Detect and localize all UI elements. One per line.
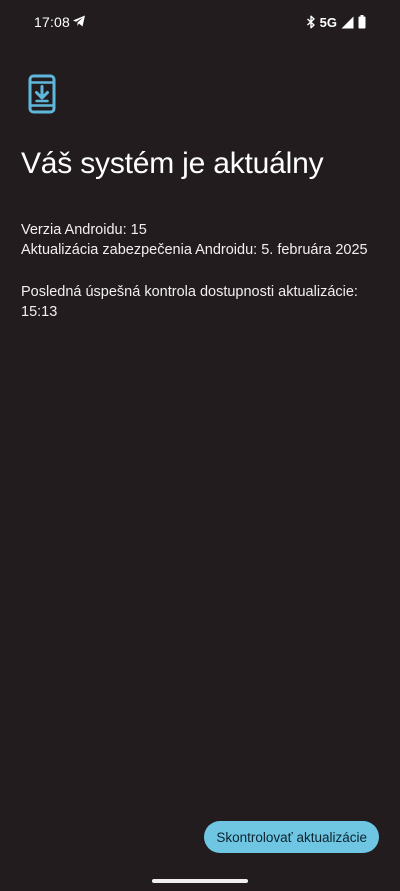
telegram-icon [72, 14, 86, 28]
signal-icon [341, 16, 354, 29]
check-updates-button[interactable]: Skontrolovať aktualizácie [204, 821, 379, 853]
battery-icon [358, 15, 366, 29]
system-update-icon [28, 74, 56, 114]
page-title: Váš systém je aktuálny [21, 147, 324, 180]
navigation-handle[interactable] [152, 879, 248, 883]
last-check-info: Posledná úspešná kontrola dostupnosti ak… [21, 282, 381, 322]
last-check-time: 15:13 [21, 304, 58, 320]
status-right-group: 5G [306, 13, 366, 31]
network-type: 5G [319, 14, 337, 30]
version-info: Verzia Androidu: 15 Aktualizácia zabezpe… [21, 220, 381, 260]
last-check-label: Posledná úspešná kontrola dostupnosti ak… [21, 284, 358, 300]
status-time: 17:08 [34, 14, 71, 30]
status-bar: 17:08 5G [0, 0, 400, 44]
security-update-text: Aktualizácia zabezpečenia Androidu: 5. f… [21, 242, 368, 258]
bluetooth-icon [306, 15, 316, 29]
android-version-text: Verzia Androidu: 15 [21, 222, 147, 238]
